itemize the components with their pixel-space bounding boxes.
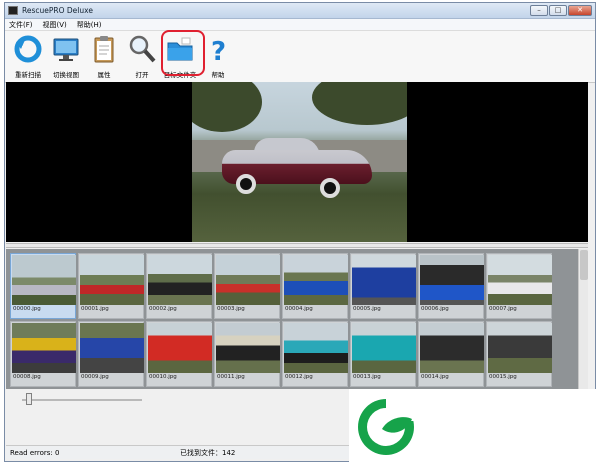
thumbnail-name: 00001.jpg [81, 306, 109, 312]
thumbnail-name: 00015.jpg [489, 374, 517, 380]
minimize-button[interactable]: – [530, 5, 548, 16]
thumbnail-image [148, 323, 212, 373]
thumbnail-name: 00011.jpg [217, 374, 245, 380]
thumbnail[interactable]: 00013.jpg [350, 321, 416, 387]
close-button[interactable]: ✕ [568, 5, 592, 16]
maximize-button[interactable]: □ [549, 5, 567, 16]
brand-logo [358, 399, 416, 455]
thumbnail-scrollbar[interactable] [578, 249, 588, 389]
clipboard-icon [94, 36, 114, 63]
window-title: RescuePRO Deluxe [22, 6, 93, 15]
switch-view-label: 切换视图 [53, 71, 79, 79]
monitor-icon [53, 38, 79, 61]
thumbnail-name: 00014.jpg [421, 374, 449, 380]
rescan-icon [14, 35, 42, 63]
thumbnail-image [420, 323, 484, 373]
thumbnail[interactable]: 00015.jpg [486, 321, 552, 387]
menu-view[interactable]: 视图(V) [43, 20, 67, 30]
thumbnail[interactable]: 00006.jpg [418, 253, 484, 319]
menu-help[interactable]: 帮助(H) [77, 20, 102, 30]
thumbnail[interactable]: 00000.jpg [10, 253, 76, 319]
thumbnail-name: 00002.jpg [149, 306, 177, 312]
thumbnail-image [284, 255, 348, 305]
thumbnail-name: 00013.jpg [353, 374, 381, 380]
thumbnail-name: 00004.jpg [285, 306, 313, 312]
thumbnail-image [12, 255, 76, 305]
properties-label: 属性 [97, 71, 111, 79]
thumbnail[interactable]: 00003.jpg [214, 253, 280, 319]
logo-overlay [349, 389, 600, 466]
target-folder-label: 目标文件夹 [163, 71, 197, 79]
thumbnail[interactable]: 00005.jpg [350, 253, 416, 319]
switch-view-button[interactable]: 切换视图 [47, 34, 85, 79]
thumbnail-name: 00006.jpg [421, 306, 449, 312]
thumbnail-image [148, 255, 212, 305]
thumbnail-name: 00003.jpg [217, 306, 245, 312]
help-label: 帮助 [211, 71, 225, 79]
car-wheel [320, 178, 340, 198]
thumbnail-name: 00010.jpg [149, 374, 177, 380]
car-wheel [236, 174, 256, 194]
rescan-label: 重新扫描 [15, 71, 41, 79]
thumbnail-image [80, 255, 144, 305]
menu-file[interactable]: 文件(F) [9, 20, 33, 30]
files-found-status: 已找到文件：142 [180, 448, 236, 457]
pane-splitter[interactable] [6, 243, 588, 248]
thumbnail-name: 00008.jpg [13, 374, 41, 380]
thumbnail[interactable]: 00007.jpg [486, 253, 552, 319]
thumbnail-image [216, 255, 280, 305]
thumbnail-image [420, 255, 484, 305]
thumbnail-image [352, 323, 416, 373]
thumbnail-image [488, 255, 552, 305]
thumbnail-size-slider[interactable] [22, 399, 142, 401]
thumbnail-name: 00000.jpg [13, 306, 41, 312]
thumbnail[interactable]: 00009.jpg [78, 321, 144, 387]
image-preview [6, 82, 588, 242]
thumbnail[interactable]: 00012.jpg [282, 321, 348, 387]
menu-bar: 文件(F) 视图(V) 帮助(H) [5, 19, 595, 31]
thumbnail[interactable]: 00008.jpg [10, 321, 76, 387]
thumbnail-image [284, 323, 348, 373]
rescan-button[interactable]: 重新扫描 [9, 34, 47, 79]
thumbnail[interactable]: 00011.jpg [214, 321, 280, 387]
open-button[interactable]: 打开 [123, 34, 161, 79]
thumbnail-image [488, 323, 552, 373]
thumbnail[interactable]: 00014.jpg [418, 321, 484, 387]
thumbnail-name: 00012.jpg [285, 374, 313, 380]
thumbnail-image [80, 323, 144, 373]
thumbnail-name: 00005.jpg [353, 306, 381, 312]
thumbnail[interactable]: 00010.jpg [146, 321, 212, 387]
thumbnail-image [352, 255, 416, 305]
read-errors-status: Read errors: 0 [10, 448, 60, 457]
thumbnail[interactable]: 00002.jpg [146, 253, 212, 319]
svg-text:?: ? [211, 37, 226, 64]
thumbnail-image [216, 323, 280, 373]
thumbnail-name: 00009.jpg [81, 374, 109, 380]
app-icon [8, 6, 18, 15]
thumbnail-image [12, 323, 76, 373]
scrollbar-thumb[interactable] [580, 250, 588, 280]
magnifier-icon [129, 35, 156, 63]
tree-foliage [312, 82, 407, 125]
tree-foliage [192, 82, 262, 132]
slider-handle[interactable] [26, 393, 32, 405]
thumbnail-name: 00007.jpg [489, 306, 517, 312]
thumbnail[interactable]: 00001.jpg [78, 253, 144, 319]
thumbnail-grid: 00000.jpg 00001.jpg 00002.jpg 00003.jpg … [6, 249, 578, 389]
properties-button[interactable]: 属性 [85, 34, 123, 79]
open-label: 打开 [135, 71, 149, 79]
help-button[interactable]: ? 帮助 [199, 34, 237, 79]
preview-photo [192, 82, 407, 242]
title-bar: RescuePRO Deluxe – □ ✕ [5, 3, 595, 19]
thumbnail[interactable]: 00004.jpg [282, 253, 348, 319]
folder-icon [167, 37, 193, 61]
target-folder-button[interactable]: 目标文件夹 [161, 30, 205, 79]
thumbnail-size-area [6, 389, 348, 444]
toolbar: 重新扫描 切换视图 属性 打开 目标文件夹 ? 帮助 [5, 30, 595, 83]
help-icon: ? [211, 37, 226, 64]
